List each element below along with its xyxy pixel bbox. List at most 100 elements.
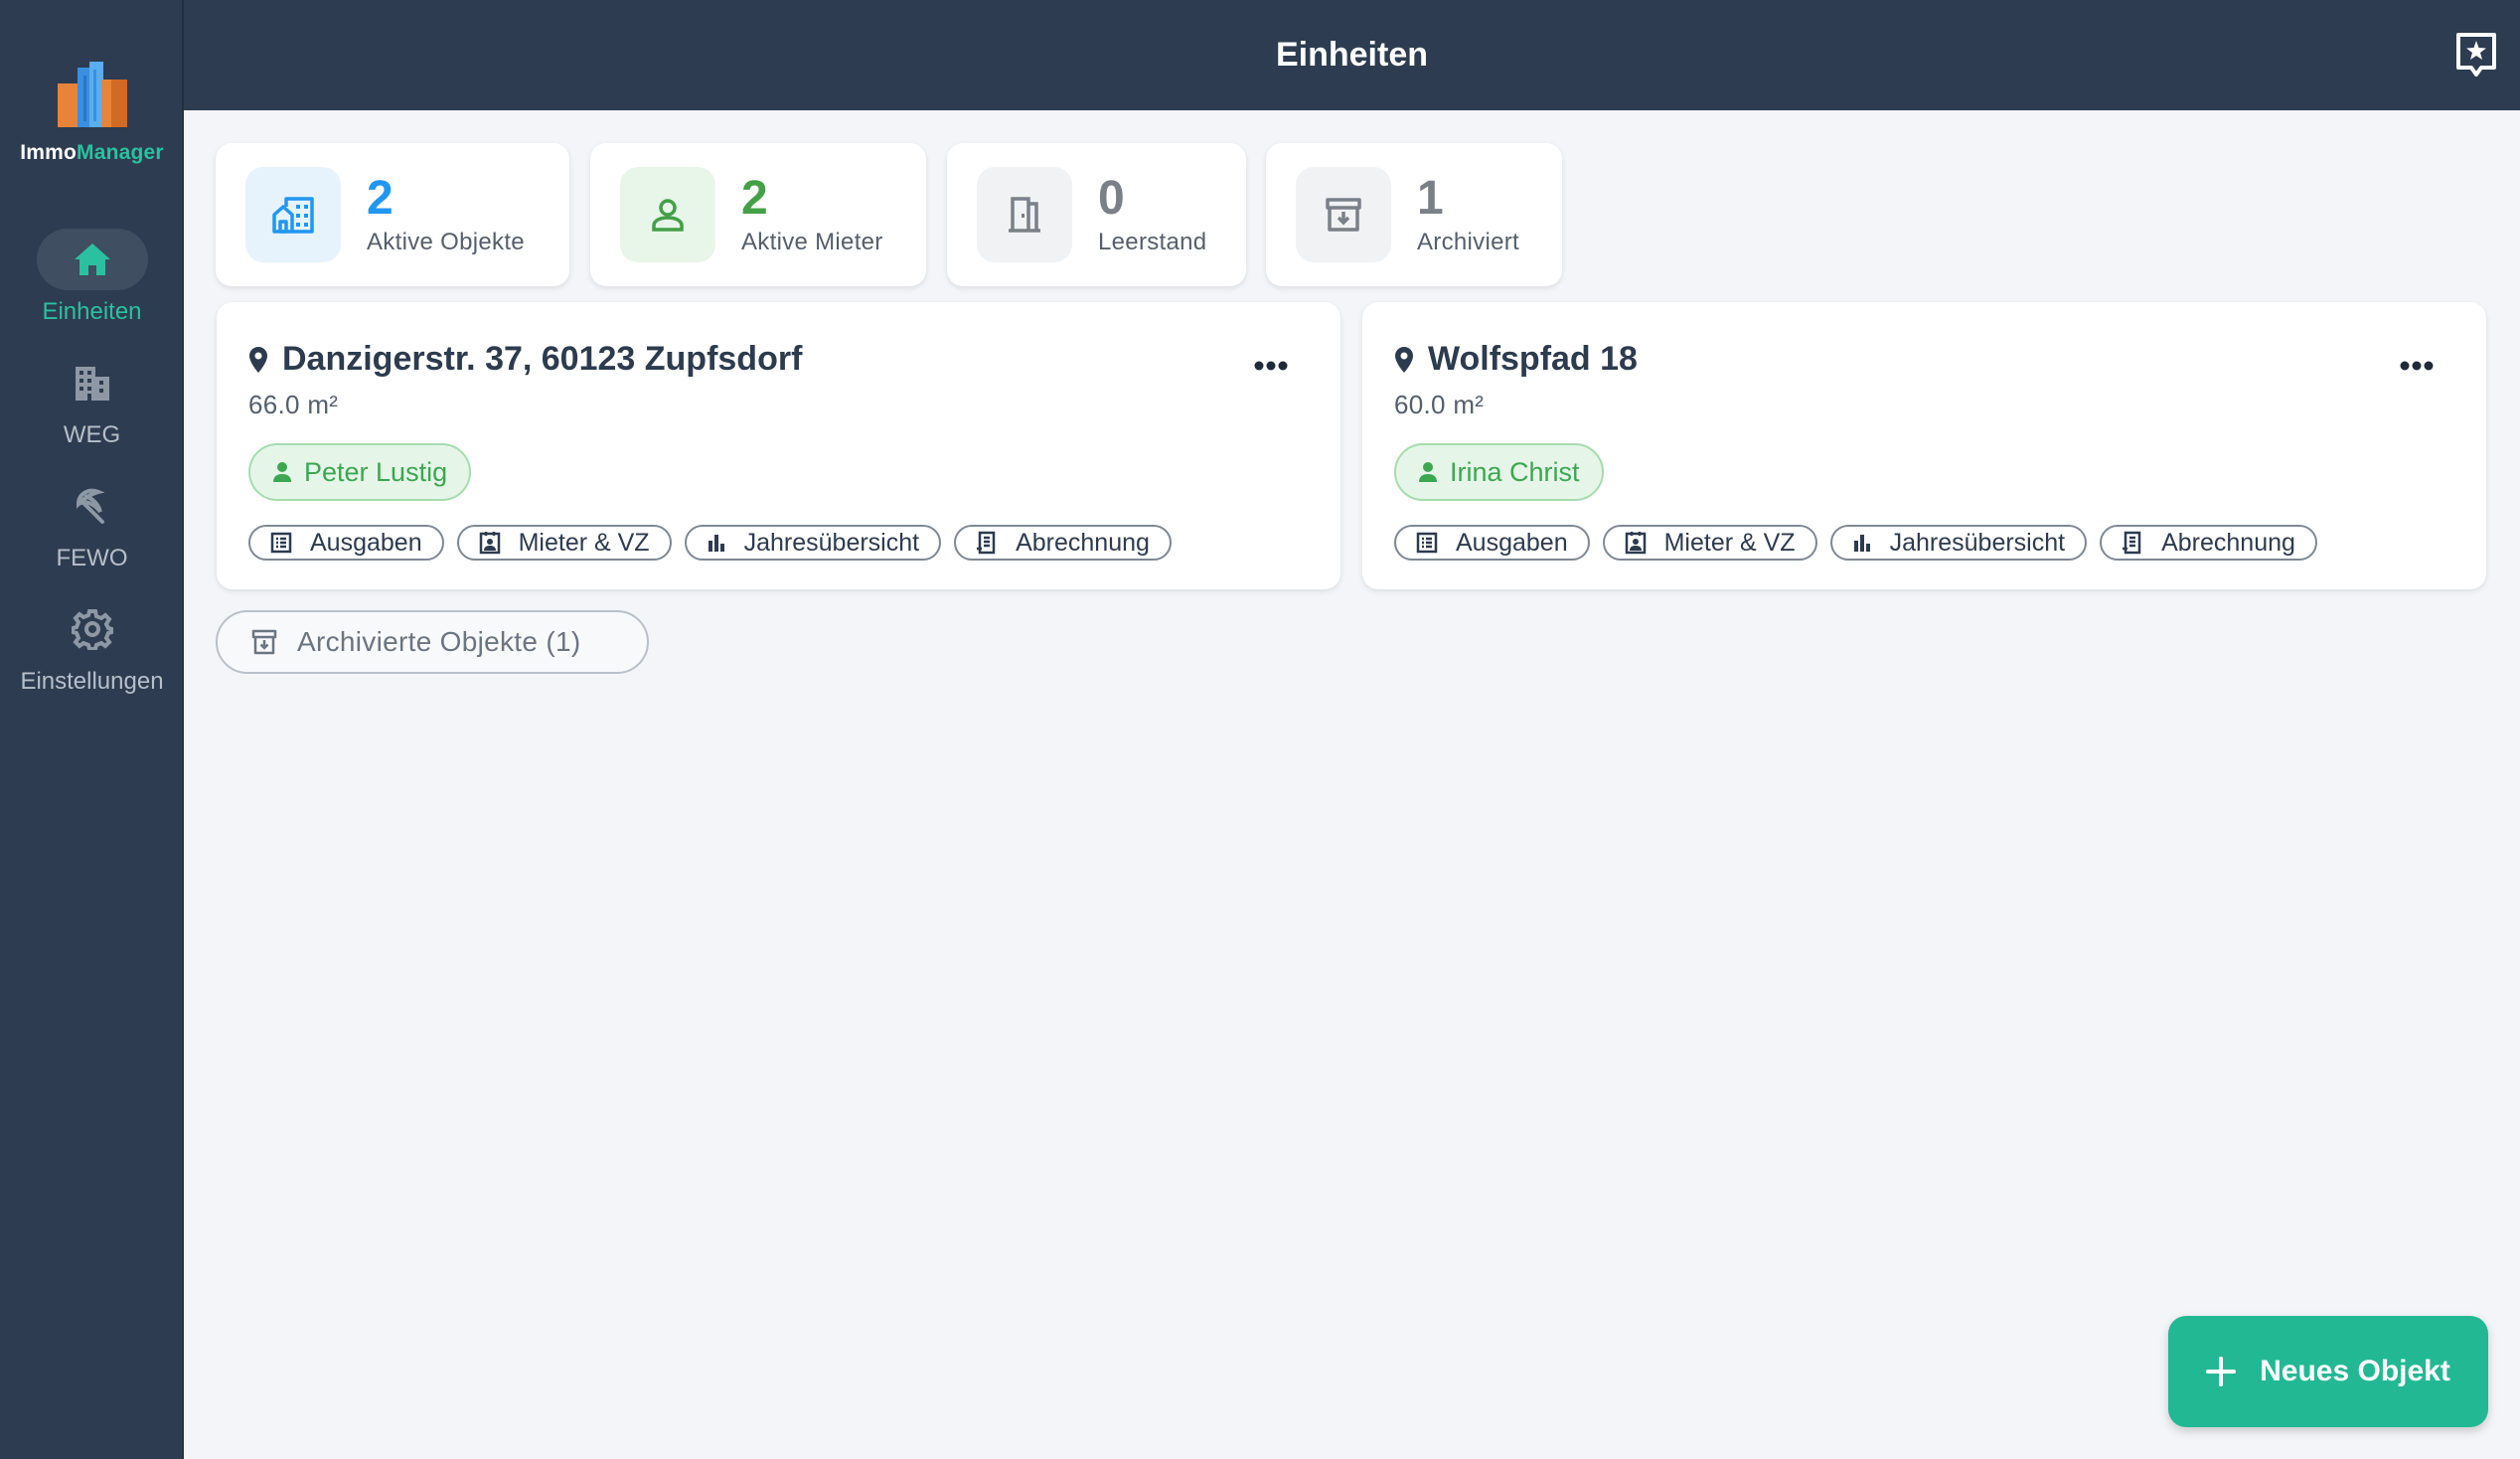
tenant-name: Peter Lustig [304, 456, 448, 487]
stat-text: 2 Aktive Mieter [741, 173, 883, 256]
person-icon [652, 199, 684, 232]
sidebar-item-label: Einheiten [42, 298, 142, 325]
more-horizontal-icon [1254, 361, 1288, 371]
sidebar-item-einstellungen[interactable]: Einstellungen [0, 598, 184, 696]
tenant-name: Irina Christ [1450, 456, 1580, 487]
property-address-text: Wolfspfad 18 [1428, 340, 1638, 378]
archive-icon [1326, 198, 1361, 232]
stat-card-vacancy: 0 Leerstand [947, 143, 1246, 286]
stat-card-active-objects: 2 Aktive Objekte [216, 143, 569, 286]
property-address-text: Danzigerstr. 37, 60123 Zupfsdorf [282, 340, 803, 378]
sidebar-item-label: WEG [63, 421, 121, 448]
buildings-icon [272, 197, 314, 234]
more-options-button[interactable] [1251, 354, 1291, 378]
stat-label: Aktive Mieter [741, 229, 883, 255]
stat-value: 2 [367, 172, 394, 225]
property-card[interactable]: Wolfspfad 18 60.0 m² Irina Christ Ausgab… [1362, 302, 2486, 589]
bookmark-add-icon [2456, 33, 2496, 77]
beach-umbrella-icon [76, 488, 104, 524]
door-icon [1009, 197, 1040, 233]
more-options-button[interactable] [2397, 354, 2437, 378]
archived-objects-button[interactable]: Archivierte Objekte (1) [216, 610, 649, 674]
location-pin-icon [249, 346, 267, 373]
stat-text: 1 Archiviert [1417, 173, 1519, 256]
contact-icon [1625, 532, 1646, 555]
bar-chart-icon [708, 535, 724, 552]
person-icon [273, 462, 291, 482]
stat-icon-box [245, 167, 341, 262]
stat-label: Archiviert [1417, 229, 1520, 255]
nav-icon-container [37, 352, 148, 413]
stat-icon-box [1296, 167, 1391, 262]
annual-overview-chip[interactable]: Jahresübersicht [1829, 525, 2088, 561]
expenses-chip[interactable]: Ausgaben [1394, 525, 1590, 561]
list-icon [270, 532, 292, 554]
logo-icon [57, 62, 127, 127]
logo-text-part2: Manager [77, 141, 164, 164]
new-object-label: Neues Objekt [2260, 1355, 2450, 1387]
top-bar: Einheiten [184, 0, 2520, 110]
chip-label: Mieter & VZ [1663, 528, 1796, 557]
tenant-chip[interactable]: Peter Lustig [248, 443, 472, 501]
archived-objects-label: Archivierte Objekte (1) [297, 626, 581, 657]
home-icon [74, 243, 110, 275]
property-size: 66.0 m² [248, 390, 339, 419]
stat-value: 1 [1417, 172, 1444, 225]
billing-chip[interactable]: Abrechnung [954, 525, 1172, 561]
chip-label: Ausgaben [310, 528, 422, 557]
bar-chart-icon [1853, 535, 1870, 552]
tenants-prepayments-chip[interactable]: Mieter & VZ [456, 525, 672, 561]
chip-label: Abrechnung [1016, 528, 1150, 557]
sidebar-item-weg[interactable]: WEG [0, 352, 184, 449]
gear-icon [71, 609, 113, 650]
chip-label: Ausgaben [1456, 528, 1568, 557]
stat-label: Aktive Objekte [367, 229, 525, 255]
sidebar-item-einheiten[interactable]: Einheiten [0, 229, 184, 326]
sidebar: ImmoManager Einheiten WEG FEWO Einstellu… [0, 0, 184, 1459]
app-name: ImmoManager [0, 141, 184, 165]
property-size: 60.0 m² [1394, 390, 1485, 419]
nav-icon-container [37, 598, 148, 660]
stat-icon-box [977, 167, 1072, 262]
stat-card-active-tenants: 2 Aktive Mieter [590, 143, 926, 286]
building-icon [75, 367, 109, 401]
sidebar-item-label: Einstellungen [20, 668, 164, 695]
nav-icon-container [37, 475, 148, 537]
billing-chip[interactable]: Abrechnung [2100, 525, 2317, 561]
archive-icon [251, 629, 277, 655]
stat-text: 2 Aktive Objekte [367, 173, 525, 256]
annual-overview-chip[interactable]: Jahresübersicht [684, 525, 942, 561]
action-chips: Ausgaben Mieter & VZ Jahresübersicht Abr… [248, 525, 1172, 561]
new-object-button[interactable]: Neues Objekt [2168, 1316, 2488, 1427]
action-chips: Ausgaben Mieter & VZ Jahresübersicht Abr… [1394, 525, 2317, 561]
page-title: Einheiten [1275, 36, 1429, 74]
property-address: Wolfspfad 18 [1394, 340, 1638, 379]
tenant-chip[interactable]: Irina Christ [1394, 443, 1604, 501]
list-icon [1416, 532, 1438, 554]
sidebar-item-fewo[interactable]: FEWO [0, 475, 184, 572]
sidebar-item-label: FEWO [56, 545, 128, 571]
property-card[interactable]: Danzigerstr. 37, 60123 Zupfsdorf 66.0 m²… [217, 302, 1340, 589]
chip-label: Jahresübersicht [1889, 528, 2066, 557]
location-pin-icon [1395, 346, 1413, 373]
stat-label: Leerstand [1098, 229, 1207, 255]
stat-icon-box [620, 167, 715, 262]
expenses-chip[interactable]: Ausgaben [248, 525, 444, 561]
bookmark-add-button[interactable] [2454, 32, 2498, 78]
plus-icon [2206, 1357, 2237, 1386]
person-icon [1419, 462, 1437, 482]
chip-label: Jahresübersicht [743, 528, 920, 557]
chip-label: Mieter & VZ [518, 528, 650, 557]
chip-label: Abrechnung [2161, 528, 2295, 557]
stat-value: 2 [741, 172, 768, 225]
more-horizontal-icon [2400, 361, 2434, 371]
property-address: Danzigerstr. 37, 60123 Zupfsdorf [248, 340, 802, 379]
nav-highlight [36, 229, 148, 290]
receipt-icon [2123, 531, 2141, 555]
logo-text-part1: Immo [20, 141, 78, 164]
app-logo: ImmoManager [0, 62, 184, 165]
contact-icon [479, 532, 500, 555]
tenants-prepayments-chip[interactable]: Mieter & VZ [1602, 525, 1817, 561]
stat-text: 0 Leerstand [1098, 173, 1206, 256]
stat-card-archived: 1 Archiviert [1266, 143, 1562, 286]
